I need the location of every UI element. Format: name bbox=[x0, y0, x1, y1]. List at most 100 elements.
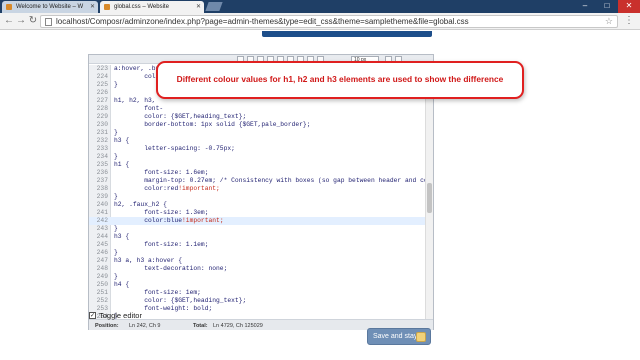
close-window-icon[interactable]: ✕ bbox=[618, 0, 640, 13]
vertical-scrollbar[interactable] bbox=[425, 65, 433, 319]
code-text: h1, h2, h3, bbox=[114, 97, 156, 104]
close-tab-icon[interactable]: ✕ bbox=[90, 3, 95, 10]
line-number: 229 bbox=[96, 113, 108, 120]
tab-title: Welcome to Website – W bbox=[16, 4, 84, 10]
url-input[interactable]: localhost/Composr/adminzone/index.php?pa… bbox=[40, 15, 618, 28]
save-and-stay-button[interactable]: Save and stay bbox=[367, 328, 431, 345]
bookmark-star-icon[interactable]: ☆ bbox=[605, 16, 613, 27]
code-text: } bbox=[114, 193, 118, 200]
address-bar: ← → ↻ localhost/Composr/adminzone/index.… bbox=[0, 13, 640, 30]
line-number: 240 bbox=[96, 201, 108, 208]
header-button-edge[interactable] bbox=[262, 31, 432, 37]
code-line[interactable]: 242 color:blue!important; bbox=[89, 217, 425, 225]
code-line[interactable]: 245 font-size: 1.1em; bbox=[89, 241, 425, 249]
line-number: 248 bbox=[96, 265, 108, 272]
line-number: 225 bbox=[96, 81, 108, 88]
code-text: h3 { bbox=[114, 137, 130, 144]
new-tab-button[interactable] bbox=[205, 2, 223, 11]
code-text: color:blue!important; bbox=[114, 217, 224, 224]
back-arrow-icon[interactable]: ← bbox=[3, 15, 15, 27]
line-number: 239 bbox=[96, 193, 108, 200]
code-line[interactable]: 234} bbox=[89, 153, 425, 161]
code-text: h1 { bbox=[114, 161, 130, 168]
toggle-editor-checkbox[interactable]: ✓ bbox=[89, 312, 96, 319]
code-line[interactable]: 243} bbox=[89, 225, 425, 233]
code-line[interactable]: 251 font-size: 1em; bbox=[89, 289, 425, 297]
line-number: 243 bbox=[96, 225, 108, 232]
code-line[interactable]: 229 color: {$GET,heading_text}; bbox=[89, 113, 425, 121]
minimize-window-icon[interactable]: – bbox=[574, 0, 596, 13]
line-number: 236 bbox=[96, 169, 108, 176]
close-tab-icon[interactable]: ✕ bbox=[196, 3, 201, 10]
code-line[interactable]: 236 font-size: 1.6em; bbox=[89, 169, 425, 177]
save-icon bbox=[416, 332, 426, 342]
page-info-icon[interactable] bbox=[45, 18, 52, 26]
code-text: font-size: 1.3em; bbox=[114, 209, 209, 216]
url-text: localhost/Composr/adminzone/index.php?pa… bbox=[56, 17, 469, 26]
code-line[interactable]: 228 font- bbox=[89, 105, 425, 113]
code-text: border-bottom: 1px solid {$GET,pale_bord… bbox=[114, 121, 311, 128]
code-area[interactable]: 223a:hover, .button_hyperlink:hover {224… bbox=[89, 65, 433, 319]
code-line[interactable]: 246} bbox=[89, 249, 425, 257]
scrollbar-thumb[interactable] bbox=[427, 183, 432, 213]
code-text: } bbox=[114, 273, 118, 280]
code-line[interactable]: 244 h3 { bbox=[89, 233, 425, 241]
browser-tab-global-css[interactable]: global.css – Website ✕ bbox=[100, 1, 204, 13]
code-text: text-decoration: none; bbox=[114, 265, 228, 272]
code-line[interactable]: 250 h4 { bbox=[89, 281, 425, 289]
code-line[interactable]: 248 text-decoration: none; bbox=[89, 265, 425, 273]
code-text: h4 { bbox=[114, 281, 130, 288]
code-line[interactable]: 237 margin-top: 0.27em; /* Consistency w… bbox=[89, 177, 433, 185]
line-number: 251 bbox=[96, 289, 108, 296]
save-button-label: Save and stay bbox=[373, 333, 418, 340]
reload-icon[interactable]: ↻ bbox=[27, 15, 39, 27]
line-number: 250 bbox=[96, 281, 108, 288]
line-number: 252 bbox=[96, 297, 108, 304]
line-number: 238 bbox=[96, 185, 108, 192]
line-number: 232 bbox=[96, 137, 108, 144]
code-line[interactable]: 235 h1 { bbox=[89, 161, 425, 169]
total-label: Total: bbox=[193, 323, 208, 329]
code-line[interactable]: 238 color:red!important; bbox=[89, 185, 425, 193]
site-favicon-icon bbox=[104, 4, 110, 10]
code-line[interactable]: 233 letter-spacing: -0.75px; bbox=[89, 145, 425, 153]
code-text: h3 a, h3 a:hover { bbox=[114, 257, 183, 264]
tab-title: global.css – Website bbox=[114, 4, 169, 10]
code-line[interactable]: 240 h2, .faux_h2 { bbox=[89, 201, 425, 209]
line-number: 228 bbox=[96, 105, 108, 112]
code-line[interactable]: 247 h3 a, h3 a:hover { bbox=[89, 257, 425, 265]
maximize-window-icon[interactable]: □ bbox=[596, 0, 618, 13]
code-text: font-size: 1em; bbox=[114, 289, 201, 296]
code-text: color:red!important; bbox=[114, 185, 220, 192]
line-number: 242 bbox=[96, 217, 108, 224]
site-favicon-icon bbox=[6, 4, 12, 10]
line-number: 231 bbox=[96, 129, 108, 136]
line-number: 249 bbox=[96, 273, 108, 280]
annotation-callout: Different colour values for h1, h2 and h… bbox=[156, 61, 524, 99]
code-line[interactable]: 231} bbox=[89, 129, 425, 137]
line-number: 227 bbox=[96, 97, 108, 104]
code-line[interactable]: 230 border-bottom: 1px solid {$GET,pale_… bbox=[89, 121, 425, 129]
line-number: 226 bbox=[96, 89, 108, 96]
code-line[interactable]: 252 color: {$GET,heading_text}; bbox=[89, 297, 425, 305]
line-number: 224 bbox=[96, 73, 108, 80]
total-value: Ln 4729, Ch 125029 bbox=[213, 323, 263, 329]
line-number: 235 bbox=[96, 161, 108, 168]
code-text: color: {$GET,heading_text}; bbox=[114, 297, 247, 304]
code-line[interactable]: 241 font-size: 1.3em; bbox=[89, 209, 425, 217]
code-text: letter-spacing: -0.75px; bbox=[114, 145, 235, 152]
line-number: 237 bbox=[96, 177, 108, 184]
line-number: 246 bbox=[96, 249, 108, 256]
code-line[interactable]: 232 h3 { bbox=[89, 137, 425, 145]
code-text: font- bbox=[114, 105, 164, 112]
code-line[interactable]: 249} bbox=[89, 273, 425, 281]
browser-menu-icon[interactable]: ⋮ bbox=[624, 15, 634, 26]
forward-arrow-icon[interactable]: → bbox=[15, 15, 27, 27]
code-text: font-size: 1.6em; bbox=[114, 169, 209, 176]
code-line[interactable]: 239} bbox=[89, 193, 425, 201]
line-number: 244 bbox=[96, 233, 108, 240]
browser-tab-welcome[interactable]: Welcome to Website – W ✕ bbox=[2, 1, 98, 13]
code-text: h3 { bbox=[114, 233, 130, 240]
code-text: } bbox=[114, 153, 118, 160]
code-text: font-size: 1.1em; bbox=[114, 241, 209, 248]
